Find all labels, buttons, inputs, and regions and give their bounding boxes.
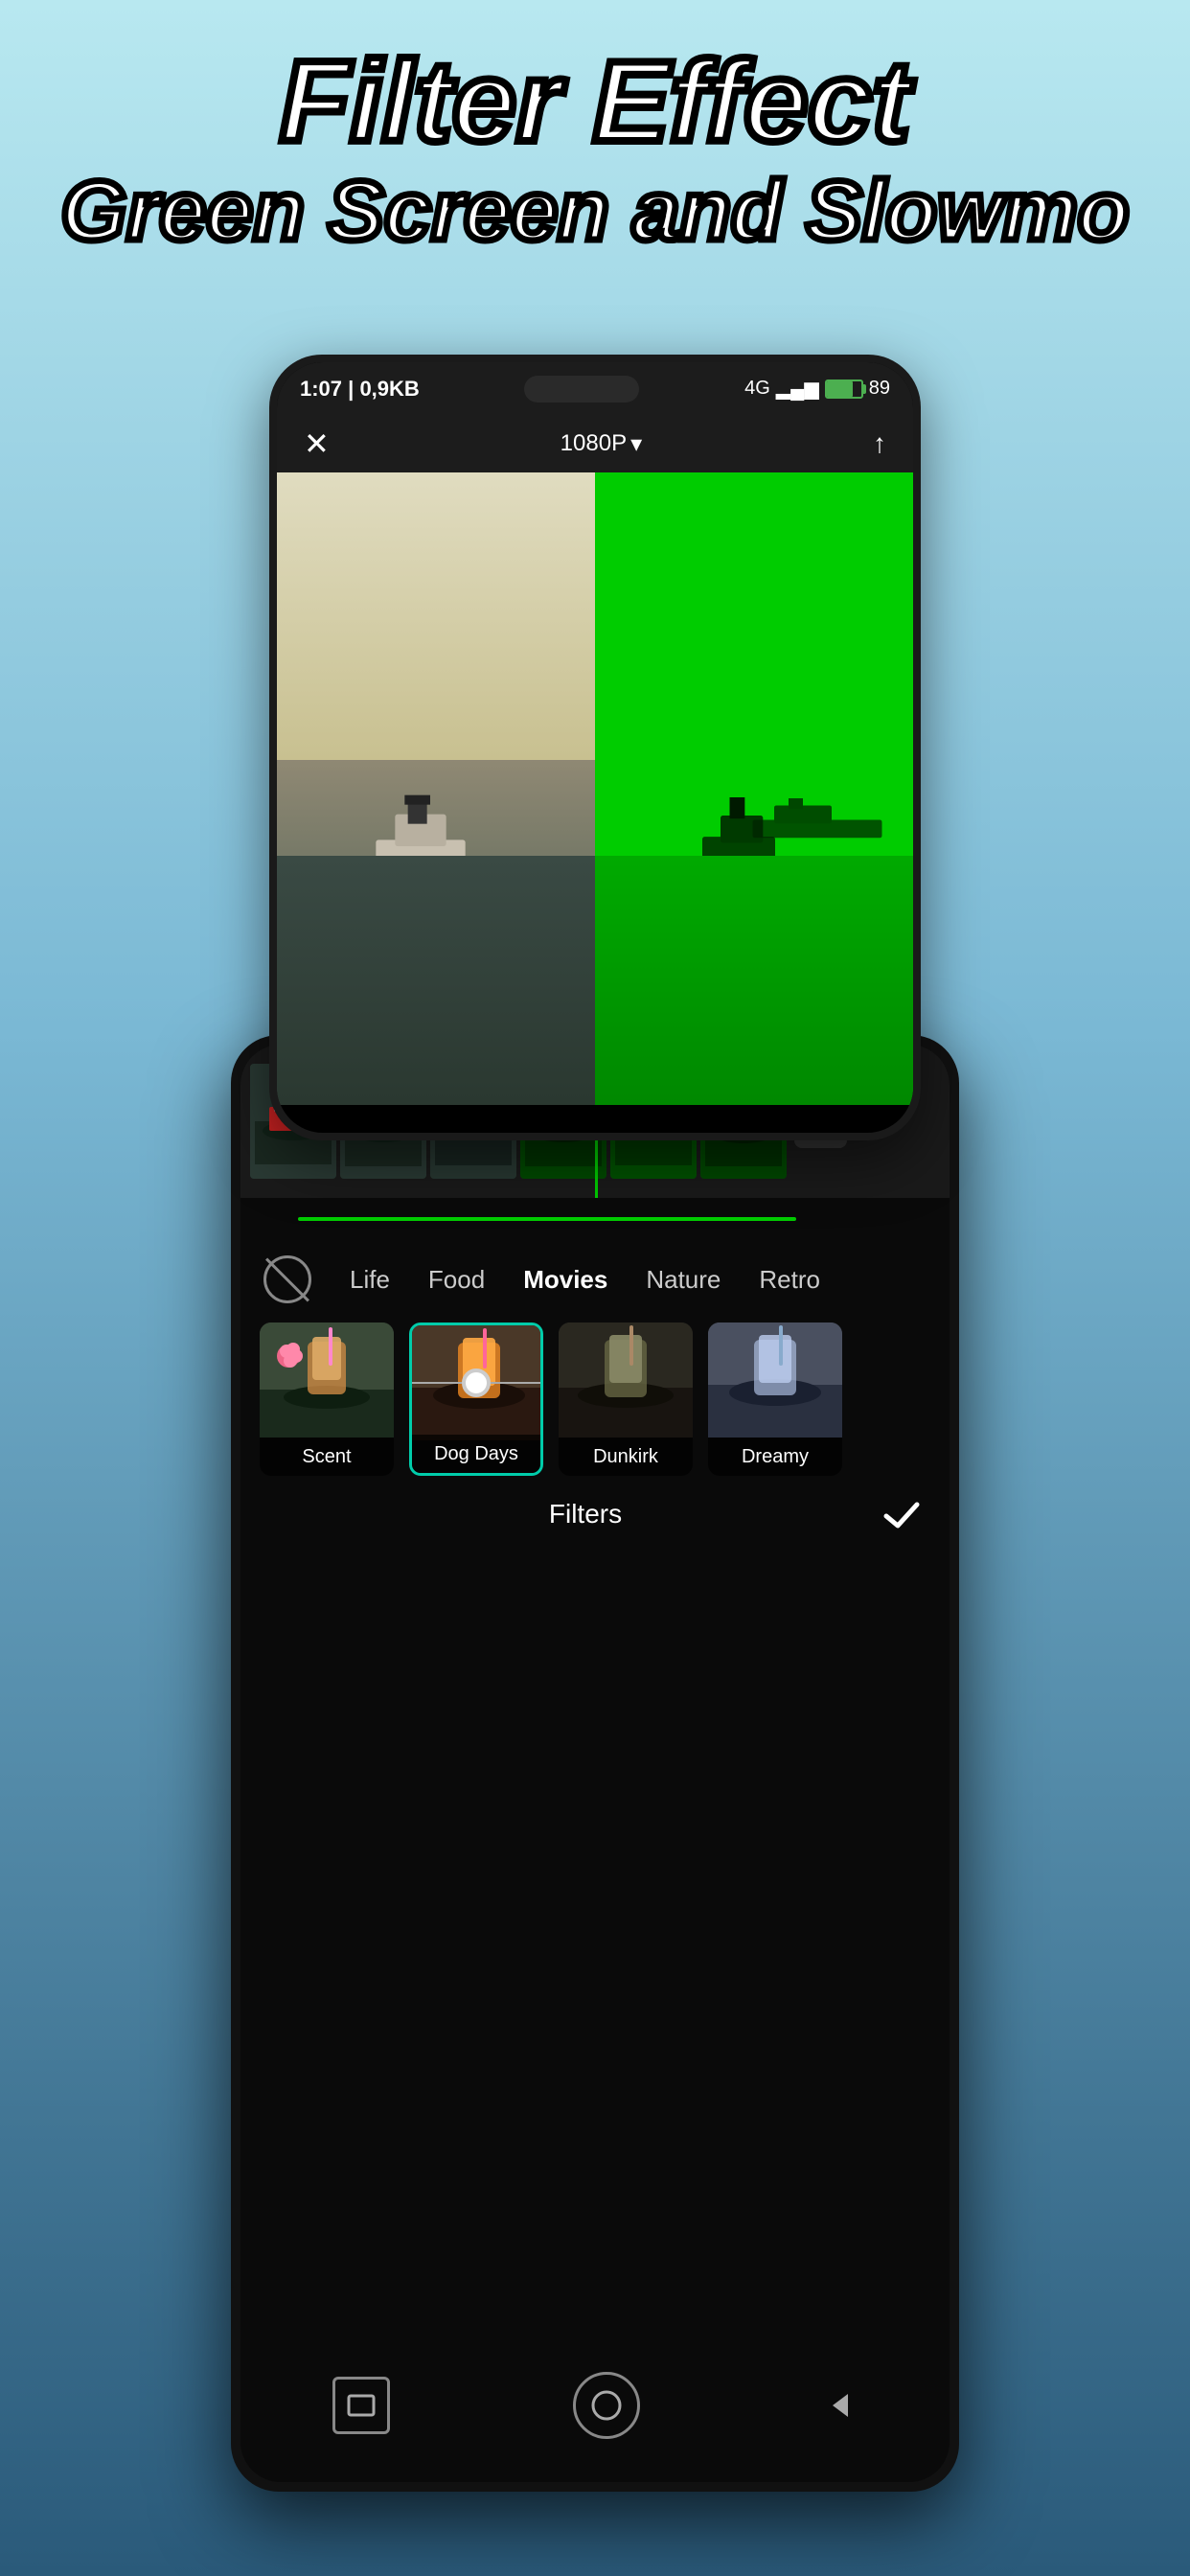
chevron-down-icon: ▾ — [630, 430, 642, 458]
dreamy-preview — [708, 1322, 842, 1438]
video-green-screen — [595, 472, 913, 1105]
no-filter-button[interactable] — [263, 1255, 311, 1303]
filter-panel: Life Food Movies Nature Retro — [240, 1198, 950, 1562]
phone-top: 1:07 | 0,9KB 4G ▂▄▆ 89 ✕ 1080P ▾ ↑ — [269, 355, 921, 1140]
circle-icon — [589, 2388, 624, 2423]
nav-back-button[interactable] — [823, 2388, 858, 2423]
status-bar: 1:07 | 0,9KB 4G ▂▄▆ 89 — [277, 362, 913, 415]
category-tab-movies[interactable]: Movies — [523, 1265, 607, 1295]
scent-preview — [260, 1322, 394, 1438]
notch-area — [524, 376, 639, 402]
battery-percent: 89 — [869, 378, 890, 400]
header-section: Filter Effect Green Screen and Slowmo — [0, 38, 1190, 258]
nav-recent-apps-button[interactable] — [332, 2377, 390, 2434]
phone-bottom: + Life Food Movies Nature Retro — [231, 1035, 959, 2492]
signal-bars: ▂▄▆ — [776, 377, 819, 401]
filter-dog-days[interactable]: Dog Days — [409, 1322, 543, 1476]
ship-bg-svg — [741, 798, 894, 856]
signal-text: 4G — [744, 378, 770, 400]
filter-thumbnails: Scent — [260, 1322, 930, 1476]
confirm-button[interactable] — [873, 1485, 930, 1543]
filter-scent[interactable]: Scent — [260, 1322, 394, 1476]
close-button[interactable]: ✕ — [304, 426, 330, 462]
nav-home-button[interactable] — [573, 2372, 640, 2439]
filters-footer: Filters — [240, 1485, 950, 1543]
export-button[interactable]: ↑ — [873, 428, 886, 459]
header-line2: Green Screen and Slowmo — [0, 165, 1190, 258]
filter-dreamy-label: Dreamy — [708, 1438, 842, 1476]
dunkirk-preview — [559, 1322, 693, 1438]
video-original — [277, 472, 595, 1105]
toolbar: ✕ 1080P ▾ ↑ — [277, 415, 913, 472]
category-tabs: Life Food Movies Nature Retro — [240, 1246, 950, 1313]
category-tab-retro[interactable]: Retro — [759, 1265, 820, 1295]
filter-dunkirk[interactable]: Dunkirk — [559, 1322, 693, 1476]
header-line1: Filter Effect — [0, 38, 1190, 165]
resolution-selector[interactable]: 1080P ▾ — [561, 430, 642, 458]
filters-label: Filters — [240, 1499, 873, 1530]
video-preview — [277, 472, 913, 1105]
filter-dreamy[interactable]: Dreamy — [708, 1322, 842, 1476]
battery-icon — [825, 380, 863, 399]
back-icon — [823, 2388, 858, 2423]
status-time-data: 1:07 | 0,9KB — [300, 377, 420, 402]
filter-dog-days-label: Dog Days — [412, 1435, 540, 1473]
filter-scent-label: Scent — [260, 1438, 394, 1476]
navigation-bar — [240, 2358, 950, 2453]
category-tab-nature[interactable]: Nature — [646, 1265, 721, 1295]
scrubber-line — [298, 1217, 796, 1221]
filter-dunkirk-label: Dunkirk — [559, 1438, 693, 1476]
check-icon — [879, 1491, 925, 1537]
square-icon — [347, 2394, 376, 2417]
category-tab-food[interactable]: Food — [428, 1265, 485, 1295]
category-tab-life[interactable]: Life — [350, 1265, 390, 1295]
status-right-icons: 4G ▂▄▆ 89 — [744, 377, 890, 401]
adjustment-dot[interactable] — [462, 1368, 491, 1397]
